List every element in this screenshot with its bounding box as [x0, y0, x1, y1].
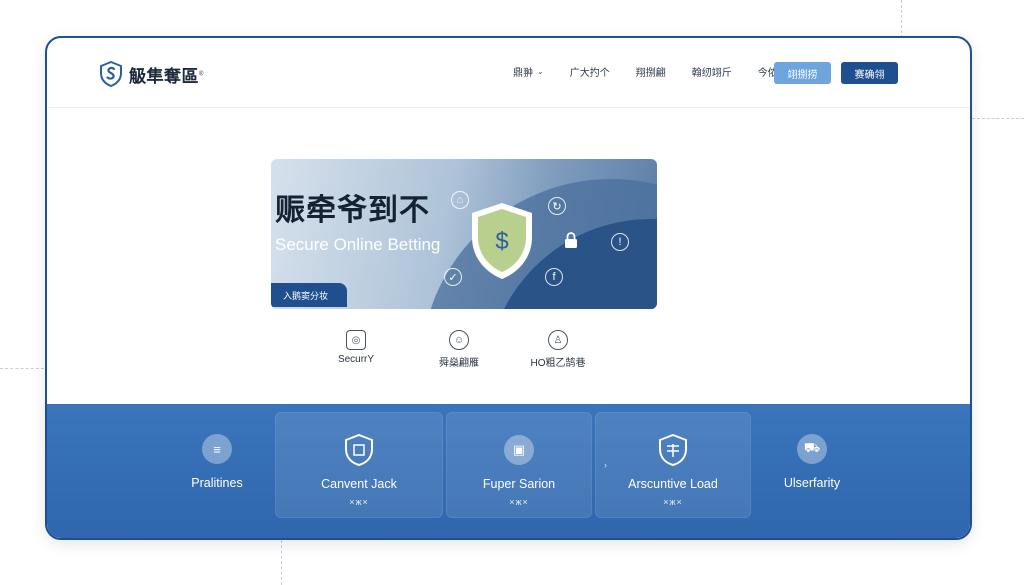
nav-item-label: 鼎翀 [513, 68, 533, 79]
decorative-guide-line [901, 0, 902, 38]
feature-card[interactable]: ≡ Pralitines [162, 412, 272, 518]
card-title: Ulserfarity [783, 476, 841, 490]
feature-card[interactable]: Canvent Jack ×ж× [275, 412, 443, 518]
list-icon: ≡ [202, 434, 232, 464]
nav-item-label: 翰纫翊斤 [691, 68, 732, 79]
document-icon: ↻ [548, 197, 566, 215]
alert-icon: ! [611, 233, 629, 251]
card-subtitle: ×ж× [663, 497, 683, 507]
users-icon: ♙ [548, 330, 568, 350]
nav-item-3[interactable]: 翔捌翩 [636, 64, 666, 79]
shield-icon [658, 434, 688, 466]
primary-button[interactable]: 赛确翎 [841, 62, 898, 84]
logo-shield-icon [100, 61, 122, 87]
cart-icon: ⛟ [797, 434, 827, 464]
nav-item-4[interactable]: 翰纫翊斤 [692, 64, 732, 79]
hero-banner: 赈牵爷到不 Secure Online Betting 入鹅窦分妆 $ ⌂ ↻ … [271, 159, 657, 309]
camera-icon: ◎ [346, 330, 366, 350]
feature-card[interactable]: ▣ Fuper Sarion ×ж× [446, 412, 592, 518]
shield-icon [344, 434, 374, 466]
decorative-guide-line [0, 368, 44, 369]
user-icon: ⌂ [451, 191, 469, 209]
hero-subtitle: Secure Online Betting [275, 235, 441, 254]
secondary-button[interactable]: 翊捌捞 [774, 62, 831, 84]
hero-cta[interactable]: 入鹅窦分妆 [271, 283, 347, 307]
card-title: Canvent Jack [321, 477, 397, 491]
logo[interactable]: 觙隼奪區® [99, 61, 204, 87]
feature-item[interactable]: ☺ 舜燊翩雁 [414, 330, 504, 369]
card-title: Fuper Sarion [482, 477, 556, 491]
decorative-guide-line [972, 118, 1024, 119]
feature-card[interactable]: ⛟ Ulserfarity [757, 412, 867, 518]
card-subtitle: ×ж× [349, 497, 369, 507]
badge-icon: ▣ [504, 435, 534, 465]
feature-label: SecurrY [337, 354, 375, 365]
nav-item-1[interactable]: 鼎翀 ⌄ [513, 64, 544, 79]
brand-name: 觙隼奪區® [129, 66, 204, 86]
feature-strip: ≡ Pralitines Canvent Jack ×ж× ▣ Fuper Sa… [47, 404, 970, 538]
browser-window: 觙隼奪區® 鼎翀 ⌄ 广大扚个 翔捌翩 翰纫翊斤 今侬纫韧 翊捌捞 赛确翎 赈牵… [45, 36, 972, 540]
feature-item[interactable]: ◎ SecurrY [311, 330, 401, 365]
info-icon: f [545, 268, 563, 286]
nav-item-label: 广大扚个 [569, 68, 610, 79]
feature-label: 舜燊翩雁 [439, 358, 479, 369]
shield-icon: $ [472, 203, 532, 279]
feature-item[interactable]: ♙ HO粗乙鹄巷 [513, 330, 603, 369]
feature-card[interactable]: Arscuntive Load ×ж× [595, 412, 751, 518]
check-icon: ✓ [444, 268, 462, 286]
header: 觙隼奪區® 鼎翀 ⌄ 广大扚个 翔捌翩 翰纫翊斤 今侬纫韧 翊捌捞 赛确翎 [47, 38, 970, 108]
nav-item-label: 翔捌翩 [635, 68, 666, 79]
card-title: Pralitines [191, 476, 243, 490]
face-icon: ☺ [449, 330, 469, 350]
chevron-down-icon: ⌄ [537, 67, 544, 76]
svg-text:$: $ [495, 228, 508, 255]
feature-label: HO粗乙鹄巷 [530, 358, 586, 369]
lock-icon [565, 232, 577, 248]
nav-item-2[interactable]: 广大扚个 [570, 64, 610, 79]
hero-title: 赈牵爷到不 [275, 194, 430, 227]
card-subtitle: ×ж× [509, 497, 529, 507]
decorative-guide-line [281, 540, 282, 585]
card-title: Arscuntive Load [628, 477, 718, 491]
